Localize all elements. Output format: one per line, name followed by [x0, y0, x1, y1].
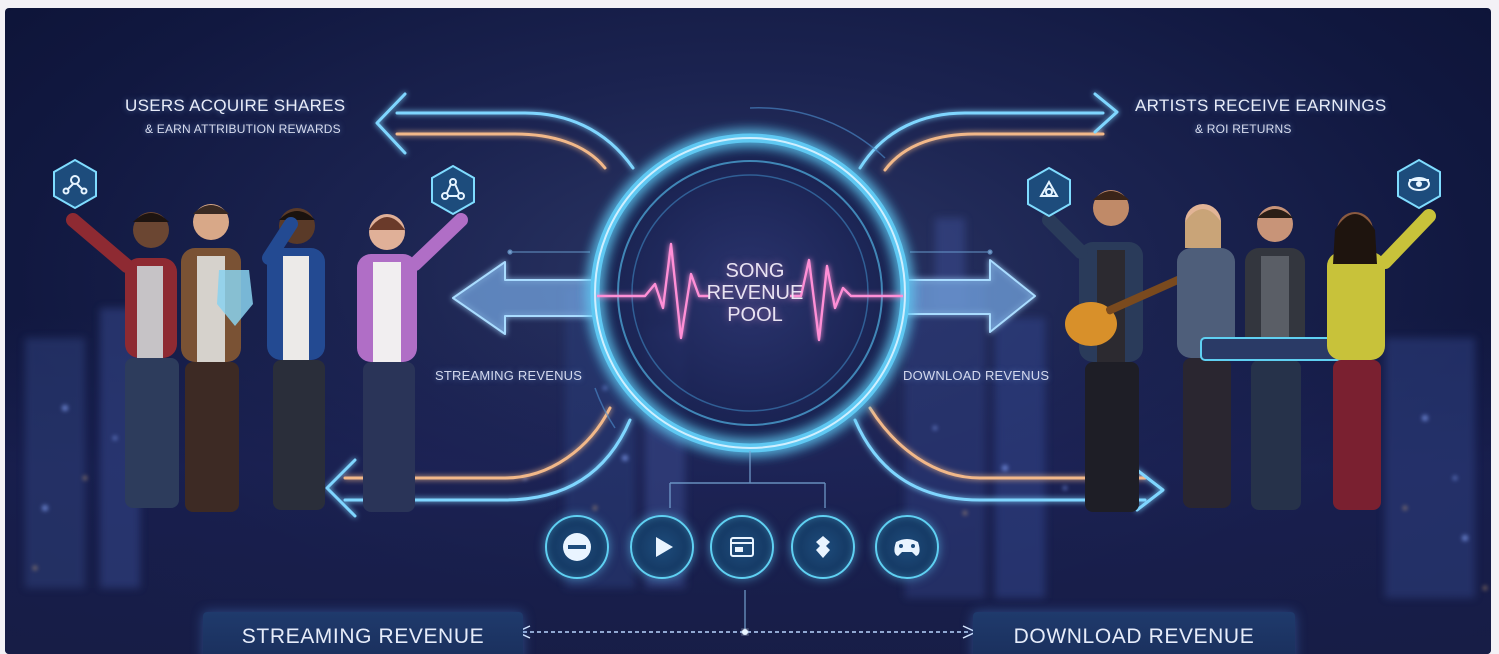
badge-icon — [791, 515, 855, 579]
vinyl-icon — [1395, 158, 1443, 210]
artists-title: ARTISTS RECEIVE EARNINGS — [1135, 96, 1387, 115]
play-icon — [630, 515, 694, 579]
download-mid-label: DOWNLOAD REVENUS — [903, 368, 1050, 383]
browser-window-icon — [710, 515, 774, 579]
pool-label-line1: SONG — [725, 260, 785, 282]
user-figure-2 — [181, 204, 253, 512]
streaming-revenue-box: STREAMING REVENUE — [203, 612, 523, 654]
users-share-icon — [51, 158, 99, 210]
minus-circle-icon — [545, 515, 609, 579]
artist-figure-4 — [1327, 209, 1436, 510]
streaming-revenue-label: STREAMING REVENUE — [241, 625, 485, 648]
gamepad-icon — [875, 515, 939, 579]
diagram-canvas: USERS ACQUIRE SHARES & EARN ATTRIBUTION … — [5, 8, 1491, 654]
pool-label-line3: POOL — [727, 304, 783, 326]
user-figure-4 — [357, 213, 468, 512]
users-subtitle: & EARN ATTRIBUTION REWARDS — [145, 122, 341, 136]
user-figure-1 — [66, 212, 179, 508]
download-revenue-box: DOWNLOAD REVENUE — [973, 612, 1295, 654]
user-figure-3 — [262, 208, 325, 510]
download-revenue-label: DOWNLOAD REVENUE — [1013, 625, 1255, 648]
users-title: USERS ACQUIRE SHARES — [125, 96, 346, 115]
network-icon — [429, 164, 477, 216]
artists-subtitle: & ROI RETURNS — [1195, 122, 1292, 136]
pool-label-line2: REVENUE — [706, 282, 804, 304]
streaming-mid-label: STREAMING REVENUS — [435, 368, 583, 383]
song-revenue-pool-label: SONG REVENUE POOL — [695, 260, 815, 326]
recycle-icon — [1025, 166, 1073, 218]
